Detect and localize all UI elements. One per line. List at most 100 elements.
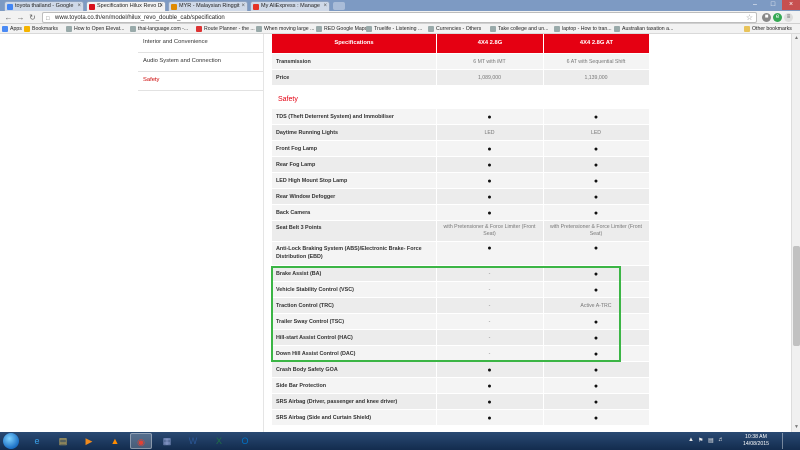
table-row: Side Bar Protection ● ● (272, 378, 649, 394)
row-label: Brake Assist (BA) (276, 271, 322, 277)
tray-arrow-icon[interactable]: ▲ (688, 437, 694, 443)
bookmark-item[interactable]: thai-language.com -... (130, 24, 188, 34)
row-label: Front Fog Lamp (276, 146, 318, 152)
folder-icon (744, 26, 750, 32)
word-icon[interactable]: W (182, 433, 204, 449)
row-label: Transmission (276, 59, 311, 65)
bookmark-item[interactable]: Route Planner - the ... (196, 24, 255, 34)
close-window-icon[interactable]: × (782, 0, 800, 10)
column-divider (543, 157, 544, 173)
bookmark-item[interactable]: Other bookmarks (744, 24, 792, 34)
column-divider (543, 141, 544, 157)
bookmark-star-icon[interactable]: ☆ (746, 13, 753, 23)
bookmark-label: thai-language.com -... (138, 26, 189, 32)
table-row: Trailer Sway Control (TSC) - ● (272, 314, 649, 330)
new-tab-button[interactable] (333, 2, 345, 10)
sidebar-item[interactable]: Audio System and Connection (138, 53, 263, 72)
page-scrollbar[interactable]: ▲ ▼ (791, 34, 800, 432)
evernote-icon[interactable]: e (773, 13, 782, 22)
bookmark-label: RED Google Maps (324, 26, 368, 32)
row-value-v2: ● (593, 399, 599, 406)
forward-button[interactable]: → (15, 12, 26, 23)
scroll-down-arrow-icon[interactable]: ▼ (792, 423, 800, 432)
bookmark-item[interactable]: When moving large ... (256, 24, 314, 34)
extension-icon[interactable]: ■ (762, 13, 771, 22)
column-divider (436, 221, 437, 242)
browser-tab[interactable]: Specification Hilux Revo D × (86, 1, 166, 11)
tab-close-icon[interactable]: × (159, 2, 163, 11)
address-bar[interactable]: □ www.toyota.co.th/en/model/hilux_revo_d… (42, 12, 757, 23)
network-icon[interactable]: ▤ (708, 437, 714, 444)
browser-tab[interactable]: toyota thailand - Google × (4, 1, 84, 11)
reload-button[interactable]: ↻ (27, 12, 38, 23)
row-value-v1: ● (487, 178, 492, 185)
row-value-v2: ● (593, 319, 599, 326)
bookmark-item[interactable]: How to Open Elevat... (66, 24, 124, 34)
menu-icon[interactable]: ≡ (784, 13, 793, 22)
column-divider (436, 314, 437, 330)
bookmark-item[interactable]: Truelife - Listening ... (366, 24, 422, 34)
browser-tab[interactable]: MYR - Malaysian Ringgit × (168, 1, 248, 11)
sidebar-item[interactable]: Safety (138, 72, 263, 91)
media-icon[interactable]: ▶ (78, 433, 100, 449)
table-row: LED High Mount Stop Lamp ● ● (272, 173, 649, 189)
table-row: Crash Body Safety GOA ● ● (272, 362, 649, 378)
row-value-v2: ● (593, 194, 599, 201)
row-label: Crash Body Safety GOA (276, 367, 338, 373)
bookmark-item[interactable]: laptop - How to tran... (554, 24, 612, 34)
table-row: Down Hill Assist Control (DAC) - ● (272, 346, 649, 362)
spec-header-col1: 4X4 2.8G (437, 34, 543, 53)
table-row: Front Fog Lamp ● ● (272, 141, 649, 157)
page-icon (66, 26, 72, 32)
bookmark-item[interactable]: RED Google Maps (316, 24, 367, 34)
column-divider (543, 125, 544, 141)
bookmark-label: How to Open Elevat... (74, 26, 125, 32)
outlook-icon[interactable]: O (234, 433, 256, 449)
excel-icon[interactable]: X (208, 433, 230, 449)
column-divider (436, 173, 437, 189)
back-button[interactable]: ← (3, 12, 14, 23)
column-divider (543, 54, 544, 70)
tab-close-icon[interactable]: × (241, 2, 245, 11)
show-desktop-button[interactable] (782, 433, 792, 449)
chrome-icon[interactable]: ◉ (130, 433, 152, 449)
bookmark-label: laptop - How to tran... (562, 26, 612, 32)
vlc-icon[interactable]: ▲ (104, 433, 126, 449)
flag-icon[interactable]: ⚑ (698, 437, 703, 444)
row-label: Rear Window Defogger (276, 194, 336, 200)
row-value-v1: ● (487, 367, 492, 374)
bookmarks-bar: Apps Bookmarks How to Open Elevat... thai-l… (0, 24, 800, 34)
taskbar: ▲ ⚑ ▤ ♬ 10:38 AM 14/08/2015 e ▤ ▶ ▲ ◉ ▦ W X O (0, 432, 800, 450)
tab-close-icon[interactable]: × (77, 2, 81, 11)
apps-icon[interactable]: ▦ (156, 433, 178, 449)
scroll-thumb[interactable] (793, 246, 800, 346)
aliexpress-icon (253, 4, 259, 10)
bookmark-item[interactable]: Apps (2, 24, 22, 34)
bookmark-label: Other bookmarks (752, 26, 792, 32)
bookmark-item[interactable]: Take college and un... (490, 24, 548, 34)
row-value-v1: ● (487, 114, 492, 121)
tab-close-icon[interactable]: × (323, 2, 327, 11)
column-divider (436, 410, 437, 426)
bookmark-item[interactable]: Bookmarks (24, 24, 58, 34)
column-divider (436, 298, 437, 314)
explorer-icon[interactable]: ▤ (52, 433, 74, 449)
bookmark-item[interactable]: Australian taxation a... (614, 24, 673, 34)
browser-tab[interactable]: My AliExpress : Manage × (250, 1, 330, 11)
row-value-v1: with Pretensioner & Force Limiter (Front… (443, 224, 536, 237)
minimize-icon[interactable]: – (746, 0, 764, 10)
clock[interactable]: 10:38 AM 14/08/2015 (736, 434, 776, 448)
row-value-v2: with Pretensioner & Force Limiter (Front… (550, 224, 642, 237)
row-label: SRS Airbag (Side and Curtain Shield) (276, 415, 372, 421)
sidebar-item[interactable]: Interior and Convenience (138, 34, 263, 53)
ie-icon[interactable]: e (26, 433, 48, 449)
bookmark-item[interactable]: Currencies - Others (428, 24, 481, 34)
browser-toolbar: ← → ↻ □ www.toyota.co.th/en/model/hilux_… (0, 11, 800, 24)
maximize-icon[interactable]: □ (764, 0, 782, 10)
scroll-up-arrow-icon[interactable]: ▲ (792, 34, 800, 43)
table-row: SRS Airbag (Side and Curtain Shield) ● ● (272, 410, 649, 426)
tab-strip: toyota thailand - Google × Specification H… (0, 0, 800, 11)
volume-icon[interactable]: ♬ (718, 437, 724, 443)
row-value-v2: 1,139,000 (584, 75, 608, 81)
start-button[interactable] (3, 433, 19, 449)
